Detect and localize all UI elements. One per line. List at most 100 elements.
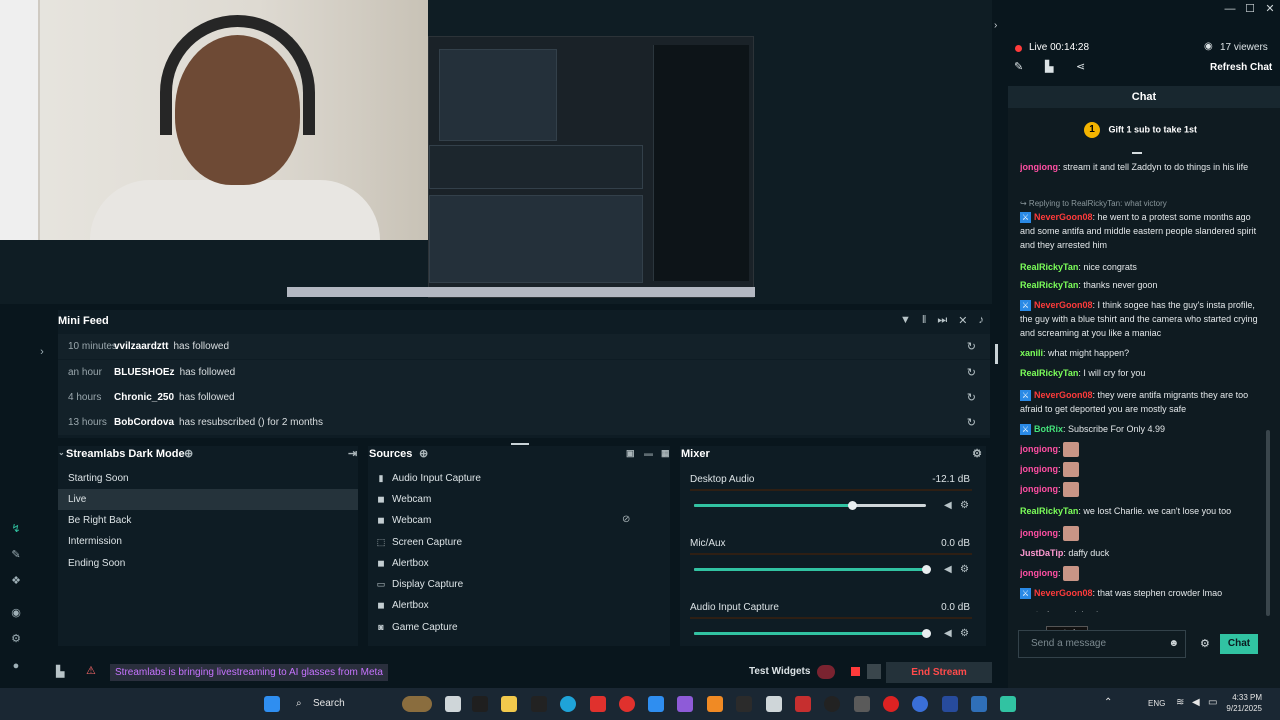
chat-username[interactable]: jongiong [1020, 464, 1058, 474]
add-source-icon[interactable]: ⊕ [419, 447, 428, 460]
source-item[interactable]: ◙ Game Capture [376, 617, 457, 638]
mini-feed-scrollbar[interactable] [995, 344, 998, 364]
edge-icon[interactable] [560, 696, 576, 712]
channel-settings-icon[interactable]: ⚙ [960, 500, 969, 511]
chat-message-input[interactable]: Send a message ☻ [1018, 630, 1186, 658]
widget-icon[interactable] [402, 696, 432, 712]
replay-icon[interactable]: ↻ [967, 366, 976, 379]
dashboard-icon[interactable]: ▙ [1045, 60, 1053, 73]
chat-username[interactable]: xanili [1020, 348, 1043, 358]
skip-icon[interactable]: ⏭ [937, 314, 947, 327]
wifi-icon[interactable]: ≋ [1176, 697, 1184, 708]
app-icon[interactable] [736, 696, 752, 712]
windows-start-icon[interactable] [264, 696, 280, 712]
stream-preview[interactable] [0, 0, 992, 304]
collapse-left-icon[interactable]: › [35, 346, 49, 360]
scene-item[interactable]: Intermission [58, 531, 358, 552]
app-icon[interactable] [942, 696, 958, 712]
profile-icon[interactable]: ● [9, 660, 23, 674]
scene-item[interactable]: Ending Soon [58, 553, 358, 574]
source-item[interactable]: ▭ Display Capture [376, 574, 463, 595]
scene-item[interactable]: Starting Soon [58, 468, 358, 489]
chat-username[interactable]: jongiong [1020, 528, 1058, 538]
chat-username[interactable]: BotRix [1034, 424, 1063, 434]
task-view-icon[interactable] [445, 696, 461, 712]
media-player-icon[interactable] [824, 696, 840, 712]
chat-username[interactable]: jongiong [1020, 568, 1058, 578]
terminal-icon[interactable] [472, 696, 488, 712]
close-button[interactable]: ✕ [1260, 0, 1280, 18]
scene-transition-icon[interactable]: ⇥ [348, 447, 357, 460]
record-app-icon[interactable] [883, 696, 899, 712]
streamlabs-icon[interactable] [1000, 696, 1016, 712]
settings-icon[interactable]: ⚙ [9, 632, 23, 646]
app-icon[interactable] [531, 696, 547, 712]
chat-settings-icon[interactable]: ⚙ [1200, 637, 1210, 650]
performance-icon[interactable]: ▙ [56, 665, 64, 678]
share-icon[interactable]: ⋖ [1076, 60, 1085, 73]
chat-username[interactable]: NeverGoon08 [1034, 588, 1093, 598]
taskbar-search[interactable]: ⌕ Search [291, 694, 403, 714]
preview-icon[interactable]: ◉ [9, 606, 23, 620]
chat-username[interactable]: jongiong [1020, 162, 1058, 172]
chat-username[interactable]: RealRickyTan [1020, 368, 1078, 378]
chat-username[interactable]: NeverGoon08 [1034, 300, 1093, 310]
file-explorer-icon[interactable] [501, 696, 517, 712]
stop-record-icon[interactable] [851, 667, 860, 676]
chat-username[interactable]: RealRickyTan [1020, 506, 1078, 516]
add-scene-icon[interactable]: ⊕ [184, 447, 193, 460]
battery-icon[interactable]: ▭ [1208, 697, 1217, 708]
mute-icon[interactable]: ◀ [944, 564, 952, 575]
add-folder-icon[interactable]: ▣ [626, 448, 635, 459]
app-icon[interactable] [912, 696, 928, 712]
chevron-right-icon[interactable]: › [994, 20, 997, 31]
test-widgets-button[interactable]: Test Widgets [749, 666, 810, 677]
end-stream-button[interactable]: End Stream [886, 662, 992, 683]
source-item[interactable]: ◼ Webcam [376, 510, 431, 531]
language-indicator[interactable]: ENG [1148, 699, 1165, 708]
tray-chevron-icon[interactable]: ⌃ [1104, 697, 1112, 708]
scene-item-active[interactable]: Live [58, 489, 358, 510]
chat-username[interactable]: RealRickyTan [1020, 280, 1078, 290]
app-icon[interactable] [854, 696, 870, 712]
news-notice[interactable]: Streamlabs is bringing livestreaming to … [110, 664, 388, 681]
chat-username[interactable]: JustDaTip [1020, 548, 1063, 558]
maximize-button[interactable]: ☐ [1240, 0, 1260, 18]
source-item[interactable]: ◼ Alertbox [376, 553, 428, 574]
resize-handle[interactable] [511, 443, 529, 445]
clear-icon[interactable]: ✕ [958, 314, 967, 327]
scene-item[interactable]: Be Right Back [58, 510, 358, 531]
studio-mode-icon[interactable]: ↯ [9, 522, 23, 536]
mute-icon[interactable]: ◀ [944, 500, 952, 511]
chat-username[interactable]: jongiong [1020, 444, 1058, 454]
app-icon[interactable] [795, 696, 811, 712]
volume-slider[interactable] [694, 501, 926, 510]
replay-icon[interactable]: ↻ [967, 391, 976, 404]
taskbar-clock[interactable]: 4:33 PM 9/21/2025 [1226, 692, 1262, 714]
warning-icon[interactable]: ⚠ [86, 664, 96, 677]
chevron-down-icon[interactable]: ⌄ [58, 448, 65, 457]
chat-username[interactable]: NeverGoon08 [1034, 390, 1093, 400]
channel-settings-icon[interactable]: ⚙ [960, 628, 969, 639]
emoji-icon[interactable]: ☻ [1168, 631, 1179, 657]
volume-slider[interactable] [694, 565, 931, 574]
pause-icon[interactable]: ‖ [922, 314, 927, 327]
app-icon[interactable] [590, 696, 606, 712]
edit-stream-icon[interactable]: ✎ [1014, 60, 1023, 73]
remove-source-icon[interactable]: ▬ [644, 448, 653, 458]
mute-icon[interactable]: ◀ [944, 628, 952, 639]
filter-icon[interactable]: ▼ [900, 314, 911, 327]
record-toggle-icon[interactable] [817, 665, 835, 679]
source-item[interactable]: ⬚ Screen Capture [376, 532, 462, 553]
scene-collection-title[interactable]: Streamlabs Dark Mode [66, 448, 185, 460]
source-properties-icon[interactable]: ▦ [661, 448, 670, 459]
theme-icon[interactable]: ❖ [9, 574, 23, 588]
vlc-icon[interactable] [707, 696, 723, 712]
replay-icon[interactable]: ↻ [967, 416, 976, 429]
refresh-chat-button[interactable]: Refresh Chat [1210, 62, 1272, 73]
volume-icon[interactable]: ♪ [979, 314, 985, 327]
volume-slider[interactable] [694, 629, 931, 638]
replay-icon[interactable]: ↻ [967, 340, 976, 353]
app-icon[interactable] [971, 696, 987, 712]
gift-leaderboard-banner[interactable]: 1 Gift 1 sub to take 1st [1008, 108, 1266, 158]
